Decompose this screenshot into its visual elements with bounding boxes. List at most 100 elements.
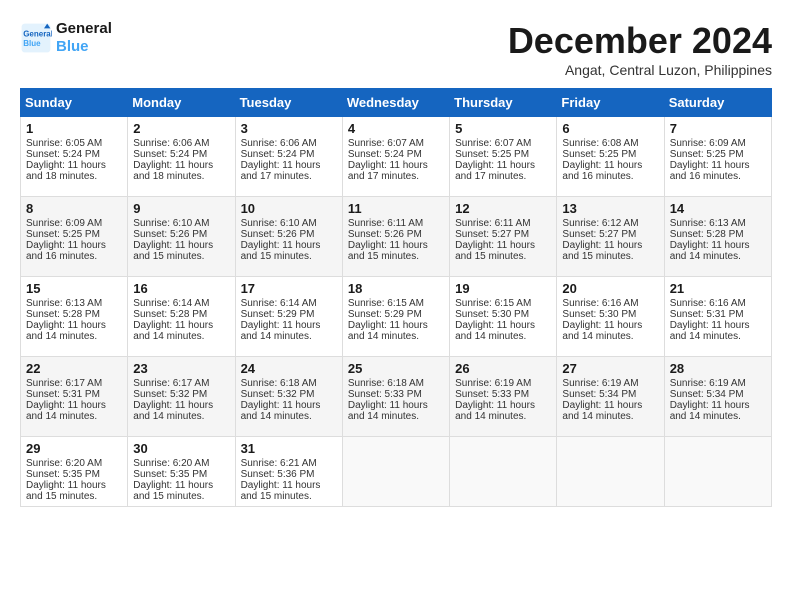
cell-text: Daylight: 11 hours: [562, 240, 658, 251]
cell-text: Sunrise: 6:16 AM: [562, 298, 658, 309]
day-number: 23: [133, 361, 229, 376]
cell-text: Daylight: 11 hours: [348, 160, 444, 171]
logo: General Blue General Blue: [20, 20, 112, 56]
cell-text: Sunset: 5:26 PM: [241, 229, 337, 240]
day-number: 3: [241, 121, 337, 136]
cell-text: Sunrise: 6:20 AM: [133, 458, 229, 469]
calendar-cell: 28Sunrise: 6:19 AMSunset: 5:34 PMDayligh…: [664, 357, 771, 437]
calendar-cell: 9Sunrise: 6:10 AMSunset: 5:26 PMDaylight…: [128, 197, 235, 277]
cell-text: Sunset: 5:26 PM: [133, 229, 229, 240]
calendar-cell: 21Sunrise: 6:16 AMSunset: 5:31 PMDayligh…: [664, 277, 771, 357]
calendar-cell: 7Sunrise: 6:09 AMSunset: 5:25 PMDaylight…: [664, 117, 771, 197]
day-number: 20: [562, 281, 658, 296]
cell-text: and 15 minutes.: [26, 491, 122, 502]
cell-text: Sunset: 5:35 PM: [133, 469, 229, 480]
cell-text: and 14 minutes.: [26, 411, 122, 422]
cell-text: Sunset: 5:34 PM: [670, 389, 766, 400]
cell-text: and 14 minutes.: [26, 331, 122, 342]
cell-text: and 14 minutes.: [670, 411, 766, 422]
header-row: Sunday Monday Tuesday Wednesday Thursday…: [21, 89, 772, 117]
cell-text: and 15 minutes.: [241, 251, 337, 262]
cell-text: and 14 minutes.: [133, 411, 229, 422]
cell-text: and 18 minutes.: [133, 171, 229, 182]
cell-text: Sunset: 5:28 PM: [670, 229, 766, 240]
cell-text: and 14 minutes.: [670, 331, 766, 342]
day-number: 21: [670, 281, 766, 296]
logo-icon: General Blue: [20, 22, 52, 54]
cell-text: Sunrise: 6:09 AM: [670, 138, 766, 149]
cell-text: Sunrise: 6:11 AM: [348, 218, 444, 229]
cell-text: Sunrise: 6:19 AM: [455, 378, 551, 389]
cell-text: Sunset: 5:30 PM: [455, 309, 551, 320]
cell-text: Sunrise: 6:21 AM: [241, 458, 337, 469]
cell-text: Daylight: 11 hours: [562, 400, 658, 411]
cell-text: Daylight: 11 hours: [133, 240, 229, 251]
cell-text: Sunset: 5:24 PM: [133, 149, 229, 160]
day-number: 22: [26, 361, 122, 376]
day-number: 9: [133, 201, 229, 216]
cell-text: Daylight: 11 hours: [455, 240, 551, 251]
calendar-cell: 17Sunrise: 6:14 AMSunset: 5:29 PMDayligh…: [235, 277, 342, 357]
cell-text: Daylight: 11 hours: [133, 320, 229, 331]
day-number: 25: [348, 361, 444, 376]
calendar-cell: 14Sunrise: 6:13 AMSunset: 5:28 PMDayligh…: [664, 197, 771, 277]
cell-text: Sunset: 5:29 PM: [241, 309, 337, 320]
day-number: 15: [26, 281, 122, 296]
cell-text: Daylight: 11 hours: [670, 320, 766, 331]
day-number: 28: [670, 361, 766, 376]
day-number: 30: [133, 441, 229, 456]
calendar-cell: 5Sunrise: 6:07 AMSunset: 5:25 PMDaylight…: [450, 117, 557, 197]
cell-text: Sunrise: 6:17 AM: [26, 378, 122, 389]
cell-text: and 14 minutes.: [562, 411, 658, 422]
cell-text: Sunrise: 6:19 AM: [562, 378, 658, 389]
calendar-cell: 12Sunrise: 6:11 AMSunset: 5:27 PMDayligh…: [450, 197, 557, 277]
cell-text: Sunrise: 6:15 AM: [348, 298, 444, 309]
cell-text: Daylight: 11 hours: [348, 240, 444, 251]
logo-text-line1: General: [56, 20, 112, 38]
cell-text: and 14 minutes.: [348, 331, 444, 342]
day-number: 26: [455, 361, 551, 376]
cell-text: and 16 minutes.: [670, 171, 766, 182]
cell-text: Sunrise: 6:20 AM: [26, 458, 122, 469]
cell-text: and 15 minutes.: [348, 251, 444, 262]
col-thursday: Thursday: [450, 89, 557, 117]
cell-text: Sunrise: 6:14 AM: [133, 298, 229, 309]
cell-text: Sunrise: 6:11 AM: [455, 218, 551, 229]
day-number: 19: [455, 281, 551, 296]
col-tuesday: Tuesday: [235, 89, 342, 117]
svg-text:Blue: Blue: [23, 39, 41, 48]
day-number: 2: [133, 121, 229, 136]
cell-text: Sunset: 5:27 PM: [562, 229, 658, 240]
cell-text: Sunset: 5:25 PM: [562, 149, 658, 160]
cell-text: and 16 minutes.: [562, 171, 658, 182]
calendar-cell: 22Sunrise: 6:17 AMSunset: 5:31 PMDayligh…: [21, 357, 128, 437]
cell-text: Sunset: 5:26 PM: [348, 229, 444, 240]
calendar-cell: 30Sunrise: 6:20 AMSunset: 5:35 PMDayligh…: [128, 437, 235, 507]
cell-text: Daylight: 11 hours: [26, 400, 122, 411]
cell-text: Sunrise: 6:07 AM: [455, 138, 551, 149]
cell-text: Sunrise: 6:10 AM: [241, 218, 337, 229]
calendar-cell: 2Sunrise: 6:06 AMSunset: 5:24 PMDaylight…: [128, 117, 235, 197]
cell-text: Sunset: 5:24 PM: [241, 149, 337, 160]
cell-text: Sunset: 5:25 PM: [455, 149, 551, 160]
calendar-row-4: 22Sunrise: 6:17 AMSunset: 5:31 PMDayligh…: [21, 357, 772, 437]
calendar-cell: 27Sunrise: 6:19 AMSunset: 5:34 PMDayligh…: [557, 357, 664, 437]
cell-text: Sunset: 5:31 PM: [670, 309, 766, 320]
cell-text: and 14 minutes.: [562, 331, 658, 342]
cell-text: and 14 minutes.: [241, 331, 337, 342]
day-number: 7: [670, 121, 766, 136]
cell-text: and 15 minutes.: [562, 251, 658, 262]
cell-text: Daylight: 11 hours: [241, 400, 337, 411]
month-title: December 2024: [508, 20, 772, 62]
cell-text: Sunset: 5:24 PM: [26, 149, 122, 160]
header: General Blue General Blue December 2024 …: [20, 20, 772, 78]
calendar-row-2: 8Sunrise: 6:09 AMSunset: 5:25 PMDaylight…: [21, 197, 772, 277]
col-saturday: Saturday: [664, 89, 771, 117]
cell-text: Daylight: 11 hours: [455, 320, 551, 331]
title-area: December 2024 Angat, Central Luzon, Phil…: [508, 20, 772, 78]
cell-text: Daylight: 11 hours: [670, 240, 766, 251]
cell-text: Sunset: 5:27 PM: [455, 229, 551, 240]
cell-text: and 14 minutes.: [348, 411, 444, 422]
day-number: 29: [26, 441, 122, 456]
day-number: 11: [348, 201, 444, 216]
